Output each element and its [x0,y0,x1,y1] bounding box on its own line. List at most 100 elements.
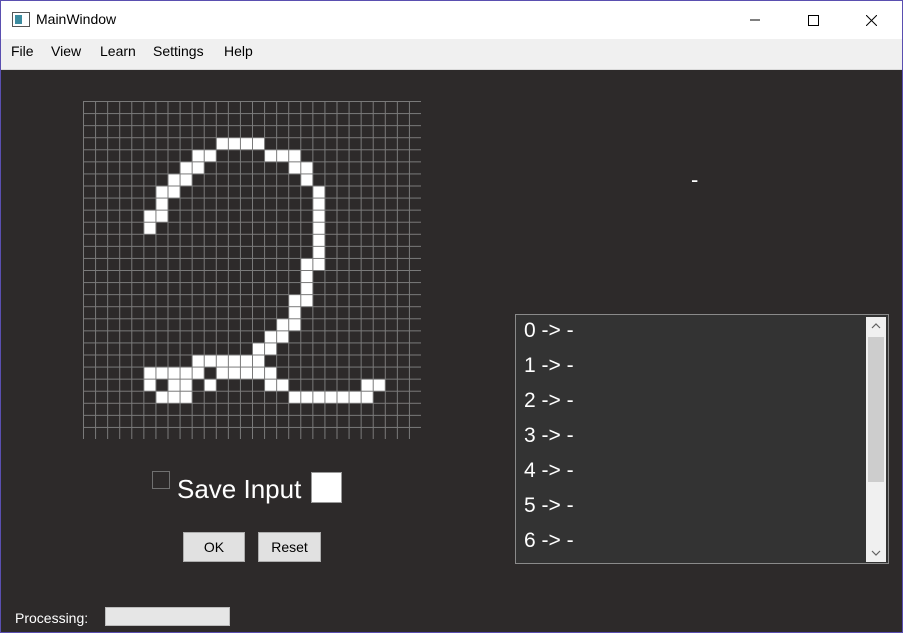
grid-cell[interactable] [144,162,156,174]
grid-cell-filled[interactable] [228,355,240,367]
menu-view[interactable]: View [49,43,83,59]
grid-cell[interactable] [228,246,240,258]
grid-cell[interactable] [84,271,96,283]
grid-cell-filled[interactable] [228,367,240,379]
grid-cell[interactable] [228,271,240,283]
grid-cell[interactable] [277,246,289,258]
grid-cell[interactable] [180,150,192,162]
grid-cell[interactable] [385,138,397,150]
grid-cell[interactable] [192,222,204,234]
grid-cell[interactable] [180,114,192,126]
grid-cell-filled[interactable] [265,379,277,391]
grid-cell[interactable] [120,271,132,283]
grid-cell[interactable] [132,319,144,331]
grid-cell[interactable] [204,283,216,295]
grid-cell[interactable] [228,198,240,210]
grid-cell-filled[interactable] [289,319,301,331]
grid-cell-filled[interactable] [180,162,192,174]
grid-cell[interactable] [337,427,349,439]
grid-cell[interactable] [373,331,385,343]
grid-cell[interactable] [108,234,120,246]
grid-cell[interactable] [228,114,240,126]
grid-cell[interactable] [349,307,361,319]
grid-cell[interactable] [84,307,96,319]
grid-cell[interactable] [373,150,385,162]
grid-cell[interactable] [120,210,132,222]
grid-cell-filled[interactable] [337,391,349,403]
grid-cell[interactable] [240,186,252,198]
grid-cell[interactable] [168,415,180,427]
grid-cell[interactable] [397,174,409,186]
grid-cell[interactable] [84,391,96,403]
grid-cell[interactable] [240,271,252,283]
grid-cell-filled[interactable] [204,379,216,391]
grid-cell[interactable] [156,102,168,114]
grid-cell[interactable] [373,258,385,270]
grid-cell[interactable] [385,331,397,343]
grid-cell[interactable] [108,258,120,270]
grid-cell[interactable] [325,186,337,198]
grid-cell[interactable] [337,283,349,295]
grid-cell[interactable] [409,114,421,126]
grid-cell[interactable] [120,295,132,307]
grid-cell[interactable] [192,234,204,246]
grid-cell[interactable] [361,150,373,162]
grid-cell[interactable] [228,331,240,343]
grid-cell[interactable] [301,319,313,331]
grid-cell[interactable] [373,415,385,427]
grid-cell[interactable] [228,222,240,234]
grid-cell[interactable] [144,415,156,427]
grid-cell-filled[interactable] [313,210,325,222]
grid-cell[interactable] [277,258,289,270]
grid-cell[interactable] [96,295,108,307]
grid-cell[interactable] [144,403,156,415]
grid-cell-filled[interactable] [144,367,156,379]
grid-cell-filled[interactable] [289,391,301,403]
grid-cell[interactable] [192,271,204,283]
grid-cell[interactable] [277,162,289,174]
grid-cell[interactable] [277,102,289,114]
grid-cell[interactable] [349,102,361,114]
grid-cell[interactable] [325,271,337,283]
grid-cell[interactable] [240,234,252,246]
grid-cell[interactable] [325,174,337,186]
grid-cell[interactable] [313,102,325,114]
menu-learn[interactable]: Learn [98,43,138,59]
grid-cell[interactable] [373,391,385,403]
grid-cell[interactable] [132,427,144,439]
grid-cell[interactable] [228,319,240,331]
grid-cell[interactable] [228,234,240,246]
grid-cell[interactable] [409,307,421,319]
grid-cell-filled[interactable] [168,379,180,391]
grid-cell[interactable] [132,174,144,186]
grid-cell[interactable] [409,150,421,162]
grid-cell[interactable] [361,114,373,126]
grid-cell[interactable] [84,367,96,379]
grid-cell-filled[interactable] [277,331,289,343]
grid-cell[interactable] [289,283,301,295]
grid-cell-filled[interactable] [313,258,325,270]
grid-cell[interactable] [156,319,168,331]
grid-cell[interactable] [168,331,180,343]
grid-cell[interactable] [265,271,277,283]
grid-cell[interactable] [325,234,337,246]
grid-cell[interactable] [168,295,180,307]
grid-cell[interactable] [204,210,216,222]
grid-cell[interactable] [228,343,240,355]
grid-cell[interactable] [120,283,132,295]
grid-cell[interactable] [313,331,325,343]
grid-cell[interactable] [337,138,349,150]
grid-cell[interactable] [96,355,108,367]
grid-cell[interactable] [96,150,108,162]
grid-cell[interactable] [397,391,409,403]
grid-cell[interactable] [277,355,289,367]
grid-cell[interactable] [349,355,361,367]
grid-cell[interactable] [192,186,204,198]
grid-cell[interactable] [204,403,216,415]
grid-cell[interactable] [216,403,228,415]
grid-cell[interactable] [84,234,96,246]
grid-cell[interactable] [337,102,349,114]
grid-cell[interactable] [385,246,397,258]
grid-cell[interactable] [373,210,385,222]
grid-cell-filled[interactable] [289,162,301,174]
